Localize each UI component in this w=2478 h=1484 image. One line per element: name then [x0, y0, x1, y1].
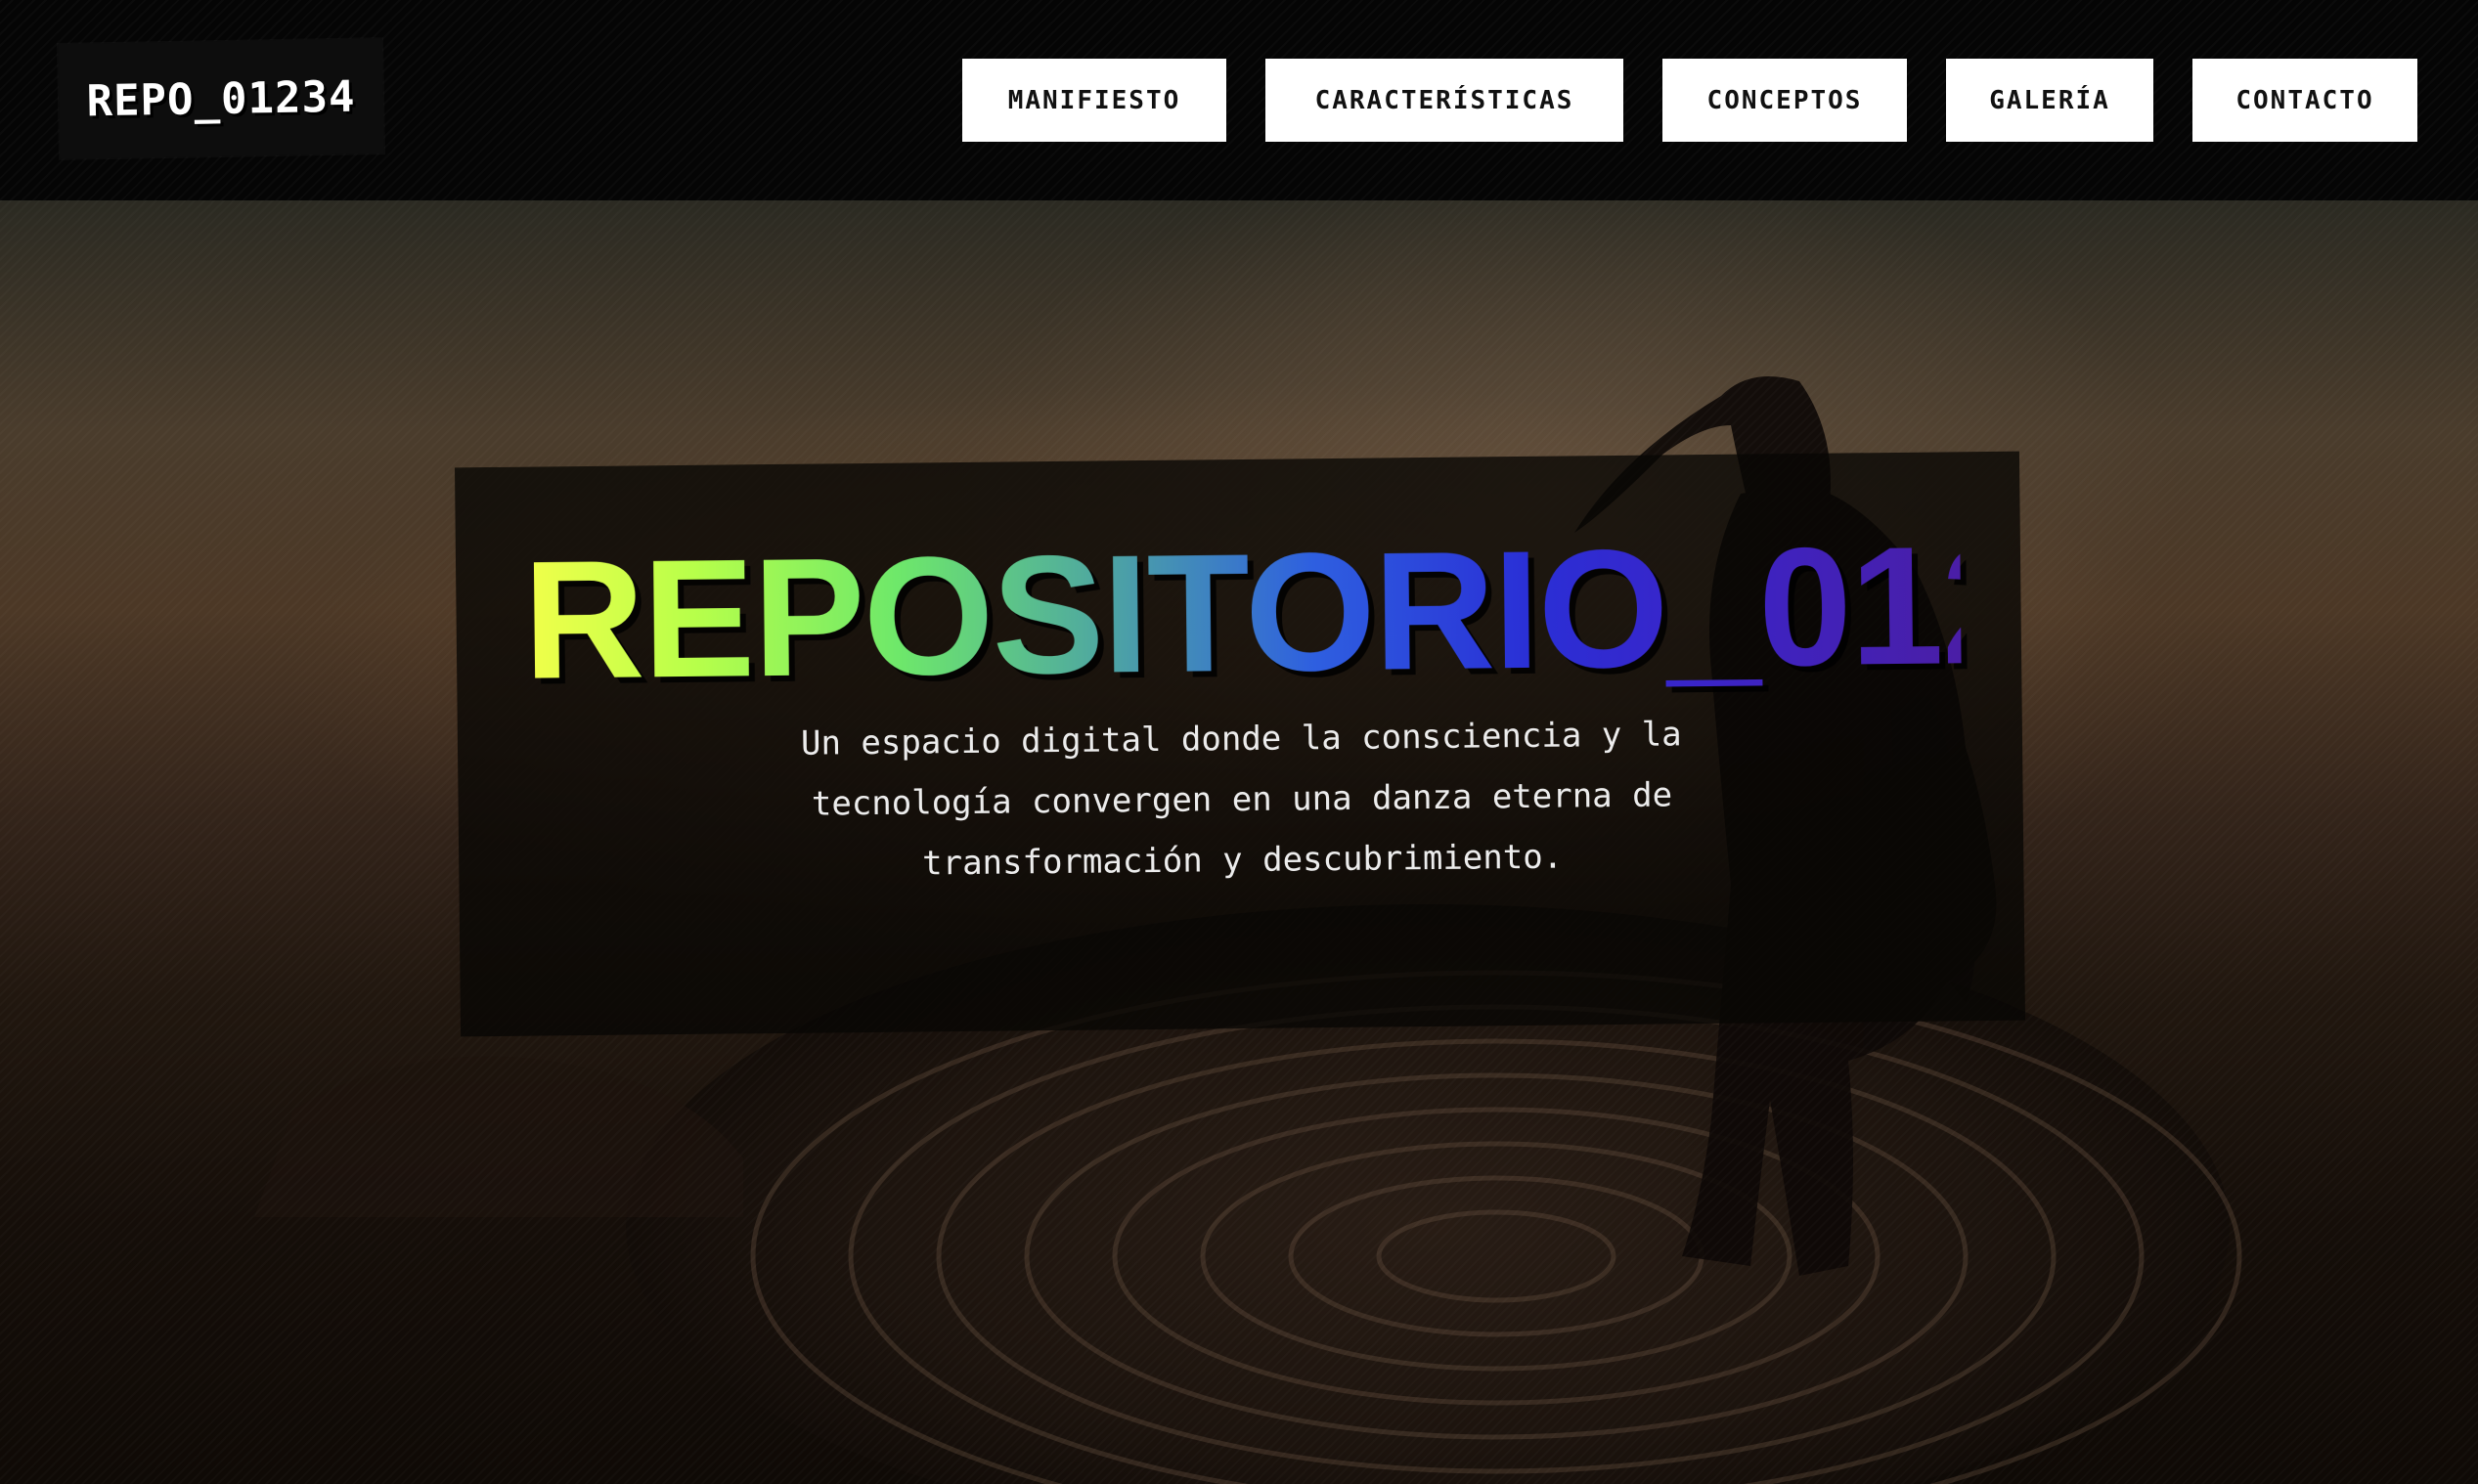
nav-manifiesto-button[interactable]: MANIFIESTO: [962, 59, 1226, 142]
nav-caracteristicas-button[interactable]: CARACTERÍSTICAS: [1265, 59, 1623, 142]
site-logo-text: REPO_01234: [86, 71, 356, 126]
main-nav: MANIFIESTO CARACTERÍSTICAS CONCEPTOS GAL…: [962, 59, 2417, 142]
nav-conceptos-button[interactable]: CONCEPTOS: [1662, 59, 1907, 142]
nav-contacto-button[interactable]: CONTACTO: [2192, 59, 2417, 142]
site-header: REPO_01234 MANIFIESTO CARACTERÍSTICAS CO…: [0, 0, 2478, 200]
hero-subtitle: Un espacio digital donde la consciencia …: [800, 715, 1682, 884]
hero-title: REPOSITORIO_01234: [522, 520, 1962, 707]
site-logo[interactable]: REPO_01234: [57, 38, 385, 159]
nav-galeria-button[interactable]: GALERÍA: [1946, 59, 2153, 142]
page: REPO_01234 MANIFIESTO CARACTERÍSTICAS CO…: [0, 0, 2478, 1484]
